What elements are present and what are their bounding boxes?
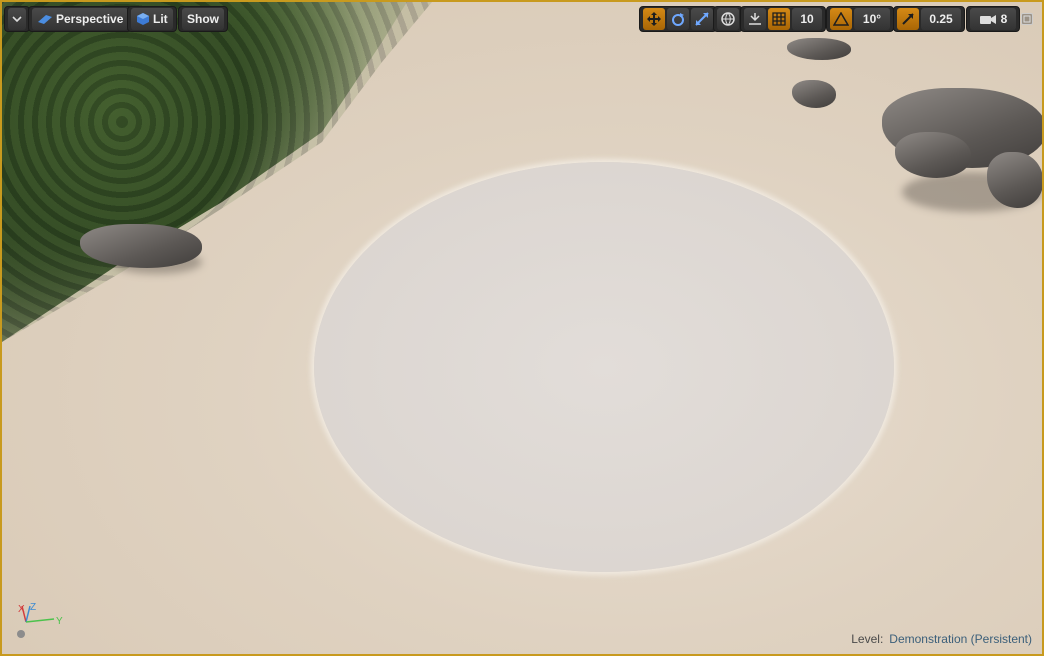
scale-snap-toggle[interactable] bbox=[897, 8, 919, 30]
level-viewport[interactable]: Perspective Lit Show 10 10° 0.25 8 X Z Y… bbox=[0, 0, 1044, 656]
camera-speed-group: 8 bbox=[966, 6, 1020, 32]
scale-icon bbox=[695, 12, 709, 26]
grid-snap-group: 10 bbox=[740, 6, 826, 32]
show-button[interactable]: Show bbox=[182, 8, 224, 30]
scale-snap-icon bbox=[902, 13, 914, 25]
angle-icon bbox=[833, 12, 849, 26]
surface-snap-button[interactable] bbox=[744, 8, 766, 30]
scale-snap-value: 0.25 bbox=[929, 12, 953, 26]
perspective-button[interactable]: Perspective bbox=[32, 8, 129, 30]
world-space-button[interactable] bbox=[717, 8, 739, 30]
grid-snap-value: 10 bbox=[800, 12, 814, 26]
rotate-tool-button[interactable] bbox=[667, 8, 689, 30]
level-prefix: Level: bbox=[851, 632, 884, 646]
viewport-options-button[interactable] bbox=[8, 8, 26, 30]
coordinate-system-group bbox=[713, 6, 743, 32]
lit-label: Lit bbox=[153, 12, 168, 26]
chevron-down-icon bbox=[12, 16, 22, 22]
scale-snap-value-dropdown[interactable]: 0.25 bbox=[921, 8, 961, 30]
view-mode-group: Lit bbox=[127, 6, 177, 32]
rotation-snap-value: 10° bbox=[862, 12, 882, 26]
axis-x-label: X bbox=[18, 604, 25, 615]
show-label: Show bbox=[187, 12, 219, 26]
camera-speed-button[interactable]: 8 bbox=[970, 8, 1016, 30]
help-icon[interactable] bbox=[17, 630, 25, 638]
rotation-snap-value-dropdown[interactable]: 10° bbox=[854, 8, 890, 30]
rotate-icon bbox=[672, 13, 684, 26]
perspective-group: Perspective bbox=[28, 6, 133, 32]
maximize-icon bbox=[1023, 15, 1031, 23]
grid-snap-toggle[interactable] bbox=[768, 8, 790, 30]
beach-rock-top[interactable] bbox=[787, 38, 851, 60]
axis-gizmo: X Z Y bbox=[16, 600, 76, 642]
lit-button[interactable]: Lit bbox=[131, 8, 173, 30]
camera-speed-value: 8 bbox=[1000, 12, 1008, 26]
level-status: Level: Demonstration (Persistent) bbox=[851, 632, 1032, 646]
perspective-icon bbox=[38, 15, 52, 24]
lit-cube-icon bbox=[137, 13, 149, 25]
scale-tool-button[interactable] bbox=[691, 8, 713, 30]
beach-rock-cluster-part[interactable] bbox=[895, 132, 971, 178]
surface-snap-icon bbox=[749, 13, 761, 25]
axis-gizmo-icon: X Z Y bbox=[17, 602, 63, 638]
grid-snap-value-dropdown[interactable]: 10 bbox=[792, 8, 822, 30]
scale-snap-group: 0.25 bbox=[893, 6, 965, 32]
rotation-snap-group: 10° bbox=[826, 6, 894, 32]
transform-tools-group bbox=[639, 6, 717, 32]
globe-icon bbox=[721, 12, 735, 26]
level-name: Demonstration (Persistent) bbox=[889, 632, 1032, 646]
viewport-options-group bbox=[4, 6, 30, 32]
axis-z-label: Z bbox=[30, 602, 36, 613]
rotation-snap-toggle[interactable] bbox=[830, 8, 852, 30]
sand-disc-mesh[interactable] bbox=[314, 162, 894, 572]
grid-icon bbox=[772, 12, 786, 26]
move-arrows-icon bbox=[647, 12, 661, 26]
perspective-label: Perspective bbox=[56, 12, 124, 26]
show-group: Show bbox=[178, 6, 228, 32]
beach-rock-small[interactable] bbox=[792, 80, 836, 108]
axis-y-label: Y bbox=[56, 616, 63, 627]
translate-tool-button[interactable] bbox=[643, 8, 665, 30]
maximize-viewport-button[interactable] bbox=[1021, 13, 1033, 25]
camera-icon bbox=[979, 15, 996, 24]
